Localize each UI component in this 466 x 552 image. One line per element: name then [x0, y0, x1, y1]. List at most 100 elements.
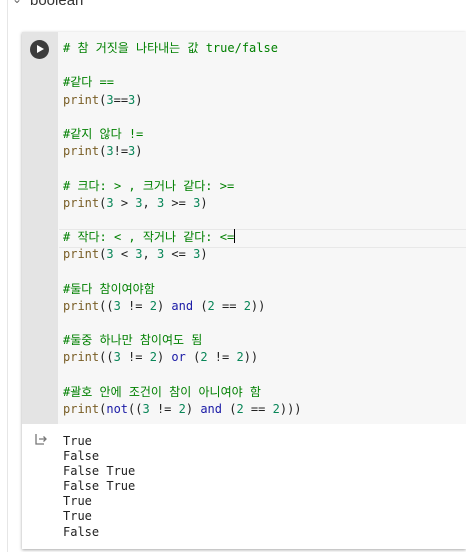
code-line[interactable]: print(3!=3): [63, 143, 302, 160]
cell-gutter: [22, 32, 58, 424]
code-line[interactable]: print(3 < 3, 3 <= 3): [63, 246, 302, 263]
code-token: print: [63, 92, 100, 107]
code-comment: #같다 ==: [63, 75, 114, 90]
code-token: (: [193, 298, 208, 313]
output-text: True False False True False True True True Fal…: [63, 434, 135, 540]
code-token: 2: [243, 298, 251, 313]
code-token: print: [63, 247, 100, 262]
code-comment: #둘다 참이여야함: [63, 281, 155, 296]
code-line[interactable]: #같다 ==: [63, 74, 302, 91]
code-token: ): [185, 401, 201, 416]
code-token: 3: [106, 195, 114, 210]
code-token: ==: [243, 401, 273, 416]
code-token: 3: [135, 195, 143, 210]
code-line[interactable]: # 크다: > , 크거나 같다: >=: [63, 178, 302, 195]
code-comment: #같지 않다 !=: [63, 126, 144, 141]
code-line[interactable]: print((3 != 2) or (2 != 2)): [63, 349, 302, 366]
code-token: ((: [99, 298, 114, 313]
code-token: 3: [142, 401, 150, 416]
output-line: True: [63, 509, 92, 524]
output-line: True: [63, 434, 92, 448]
code-token: 2: [149, 350, 157, 365]
code-comment: # 참 거짓을 나타내는 값 true/false: [63, 41, 278, 55]
code-line[interactable]: #같지 않다 !=: [63, 126, 302, 143]
code-token: and: [200, 401, 223, 416]
code-comment: #괄호 안에 조건이 참이 아니여야 함: [63, 384, 261, 399]
code-token: 2: [207, 298, 215, 313]
code-token: )): [250, 298, 266, 313]
code-token: ): [200, 247, 208, 262]
code-token: (: [185, 350, 201, 365]
output-line: True: [63, 494, 92, 509]
code-token: <=: [164, 247, 194, 262]
code-token: !=: [207, 350, 237, 365]
chevron-down-icon[interactable]: ⌄: [12, 0, 22, 6]
code-token: 2: [200, 350, 208, 365]
code-token: (: [222, 401, 237, 416]
code-token: or: [171, 350, 186, 365]
code-token: )): [243, 350, 259, 365]
code-line[interactable]: print(3 > 3, 3 >= 3): [63, 195, 302, 212]
code-line[interactable]: [63, 57, 302, 74]
code-token: ): [156, 298, 172, 313]
notebook-page: ⌄ boolean # 참 거짓을 나타내는 값 true/false #같다 =…: [0, 0, 466, 552]
code-line[interactable]: [63, 160, 302, 177]
code-token: ): [135, 144, 143, 159]
code-token: print: [63, 195, 100, 210]
code-token: >: [113, 195, 136, 210]
code-token: 3: [135, 247, 143, 262]
code-line[interactable]: [63, 315, 302, 332]
output-redirect-icon[interactable]: [34, 432, 48, 446]
code-token: 3: [113, 298, 121, 313]
code-token: !=: [113, 144, 129, 159]
output-line: False: [63, 449, 100, 464]
cell-output: True False False True False True True True Fal…: [22, 424, 466, 549]
code-token: ==: [214, 298, 244, 313]
code-line[interactable]: #둘다 참이여야함: [63, 281, 302, 298]
code-line[interactable]: [63, 263, 302, 280]
code-text[interactable]: # 참 거짓을 나타내는 값 true/false #같다 == print(3==…: [63, 40, 302, 418]
code-token: 2: [236, 350, 244, 365]
play-icon: [37, 45, 44, 53]
code-token: 2: [149, 298, 157, 313]
run-cell-button[interactable]: [30, 40, 49, 59]
code-line[interactable]: [63, 109, 302, 126]
code-token: and: [171, 298, 194, 313]
code-line[interactable]: # 작다: < , 작거나 같다: <=: [63, 229, 302, 246]
code-token: ))): [279, 401, 302, 416]
code-token: ==: [113, 92, 129, 107]
code-token: 3: [106, 144, 114, 159]
code-token: ((: [99, 350, 114, 365]
code-line[interactable]: print(3==3): [63, 92, 302, 109]
code-line[interactable]: #둘중 하나만 참이여도 됨: [63, 332, 302, 349]
code-token: 3: [106, 92, 114, 107]
section-title: boolean: [30, 0, 84, 9]
code-token: 2: [272, 401, 280, 416]
code-line[interactable]: print(not((3 != 2) and (2 == 2))): [63, 401, 302, 418]
code-token: 2: [178, 401, 186, 416]
code-comment: # 작다: < , 작거나 같다: <=: [63, 230, 235, 245]
code-editor[interactable]: # 참 거짓을 나타내는 값 true/false #같다 == print(3==…: [22, 32, 466, 424]
code-token: !=: [149, 401, 179, 416]
code-token: 3: [106, 247, 114, 262]
code-line[interactable]: [63, 367, 302, 384]
code-line[interactable]: print((3 != 2) and (2 == 2)): [63, 298, 302, 315]
code-token: ): [200, 195, 208, 210]
code-token: ,: [142, 195, 157, 210]
code-line[interactable]: [63, 212, 302, 229]
code-token: print: [63, 350, 100, 365]
code-cell[interactable]: # 참 거짓을 나타내는 값 true/false #같다 == print(3==…: [22, 32, 466, 549]
code-token: ): [156, 350, 172, 365]
code-token: 2: [236, 401, 244, 416]
code-token: ,: [142, 247, 157, 262]
code-line[interactable]: #괄호 안에 조건이 참이 아니여야 함: [63, 384, 302, 401]
output-line: False True: [63, 479, 136, 494]
code-token: not: [106, 401, 129, 416]
text-cursor: [234, 229, 236, 244]
code-token: ): [135, 92, 143, 107]
output-line: False: [63, 524, 100, 539]
code-token: 3: [113, 350, 121, 365]
code-line[interactable]: # 참 거짓을 나타내는 값 true/false: [63, 40, 302, 57]
code-token: print: [63, 298, 100, 313]
output-line: False True: [63, 464, 136, 479]
